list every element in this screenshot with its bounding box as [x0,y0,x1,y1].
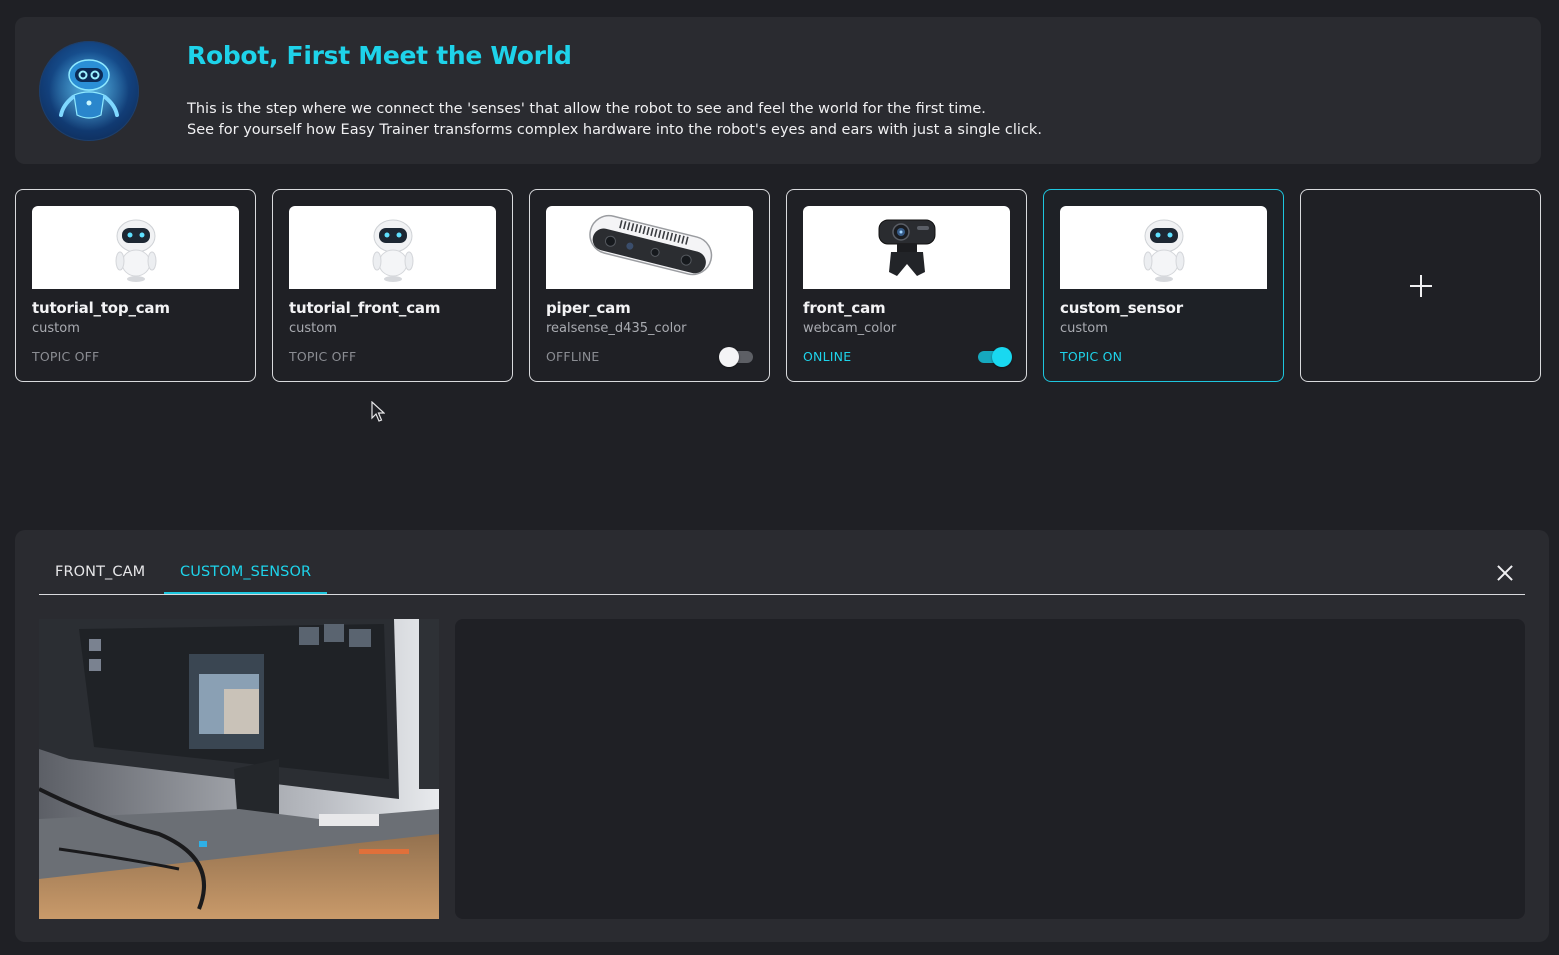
sensor-card-tutorial-top-cam[interactable]: tutorial_top_cam custom TOPIC OFF [15,189,256,382]
description-line-1: This is the step where we connect the 's… [187,101,986,117]
realsense-camera-icon [546,206,753,289]
toggle-knob [719,347,739,367]
sensor-card-piper-cam[interactable]: piper_cam realsense_d435_color OFFLINE [529,189,770,382]
sensor-toggle[interactable] [978,347,1012,367]
webcam-icon [803,206,1010,289]
sensor-name: tutorial_front_cam [289,299,441,317]
sensor-name: piper_cam [546,299,631,317]
page-description: This is the step where we connect the 's… [187,99,1042,141]
sensor-status: ONLINE [803,349,852,364]
sensor-status: TOPIC OFF [289,349,357,364]
page-title: Robot, First Meet the World [187,41,572,70]
app-root: Robot, First Meet the World This is the … [0,0,1559,955]
sensor-card-tutorial-front-cam[interactable]: tutorial_front_cam custom TOPIC OFF [272,189,513,382]
sensor-status: OFFLINE [546,349,600,364]
plus-icon [1409,274,1432,297]
sensor-data-viewer [455,619,1525,919]
robot-icon [289,206,496,289]
sensor-status: TOPIC OFF [32,349,100,364]
robot-icon [32,206,239,289]
robot-avatar-icon [39,41,139,141]
active-tab-indicator [164,592,327,594]
tab-front-cam[interactable]: FRONT_CAM [55,564,145,580]
viewer-tabs: FRONT_CAM CUSTOM_SENSOR [39,552,1525,595]
intro-header: Robot, First Meet the World This is the … [15,17,1541,164]
sensor-toggle[interactable] [719,347,753,367]
sensor-type: custom [1060,321,1108,336]
tab-custom-sensor[interactable]: CUSTOM_SENSOR [180,564,311,580]
mouse-cursor-icon [371,401,385,422]
sensor-card-front-cam[interactable]: front_cam webcam_color ONLINE [786,189,1027,382]
robot-icon [1060,206,1267,289]
sensor-viewer-panel: FRONT_CAM CUSTOM_SENSOR [15,530,1549,942]
sensor-type: webcam_color [803,321,897,336]
toggle-knob [992,347,1012,367]
description-line-2: See for yourself how Easy Trainer transf… [187,122,1042,138]
sensor-name: tutorial_top_cam [32,299,170,317]
sensor-name: custom_sensor [1060,299,1183,317]
sensor-card-custom-sensor[interactable]: custom_sensor custom TOPIC ON [1043,189,1284,382]
camera-feed-image [39,619,439,919]
sensor-type: custom [32,321,80,336]
sensor-type: custom [289,321,337,336]
sensor-type: realsense_d435_color [546,321,687,336]
sensor-status: TOPIC ON [1060,349,1123,364]
add-sensor-button[interactable] [1300,189,1541,382]
close-icon[interactable] [1497,565,1513,581]
sensor-name: front_cam [803,299,886,317]
